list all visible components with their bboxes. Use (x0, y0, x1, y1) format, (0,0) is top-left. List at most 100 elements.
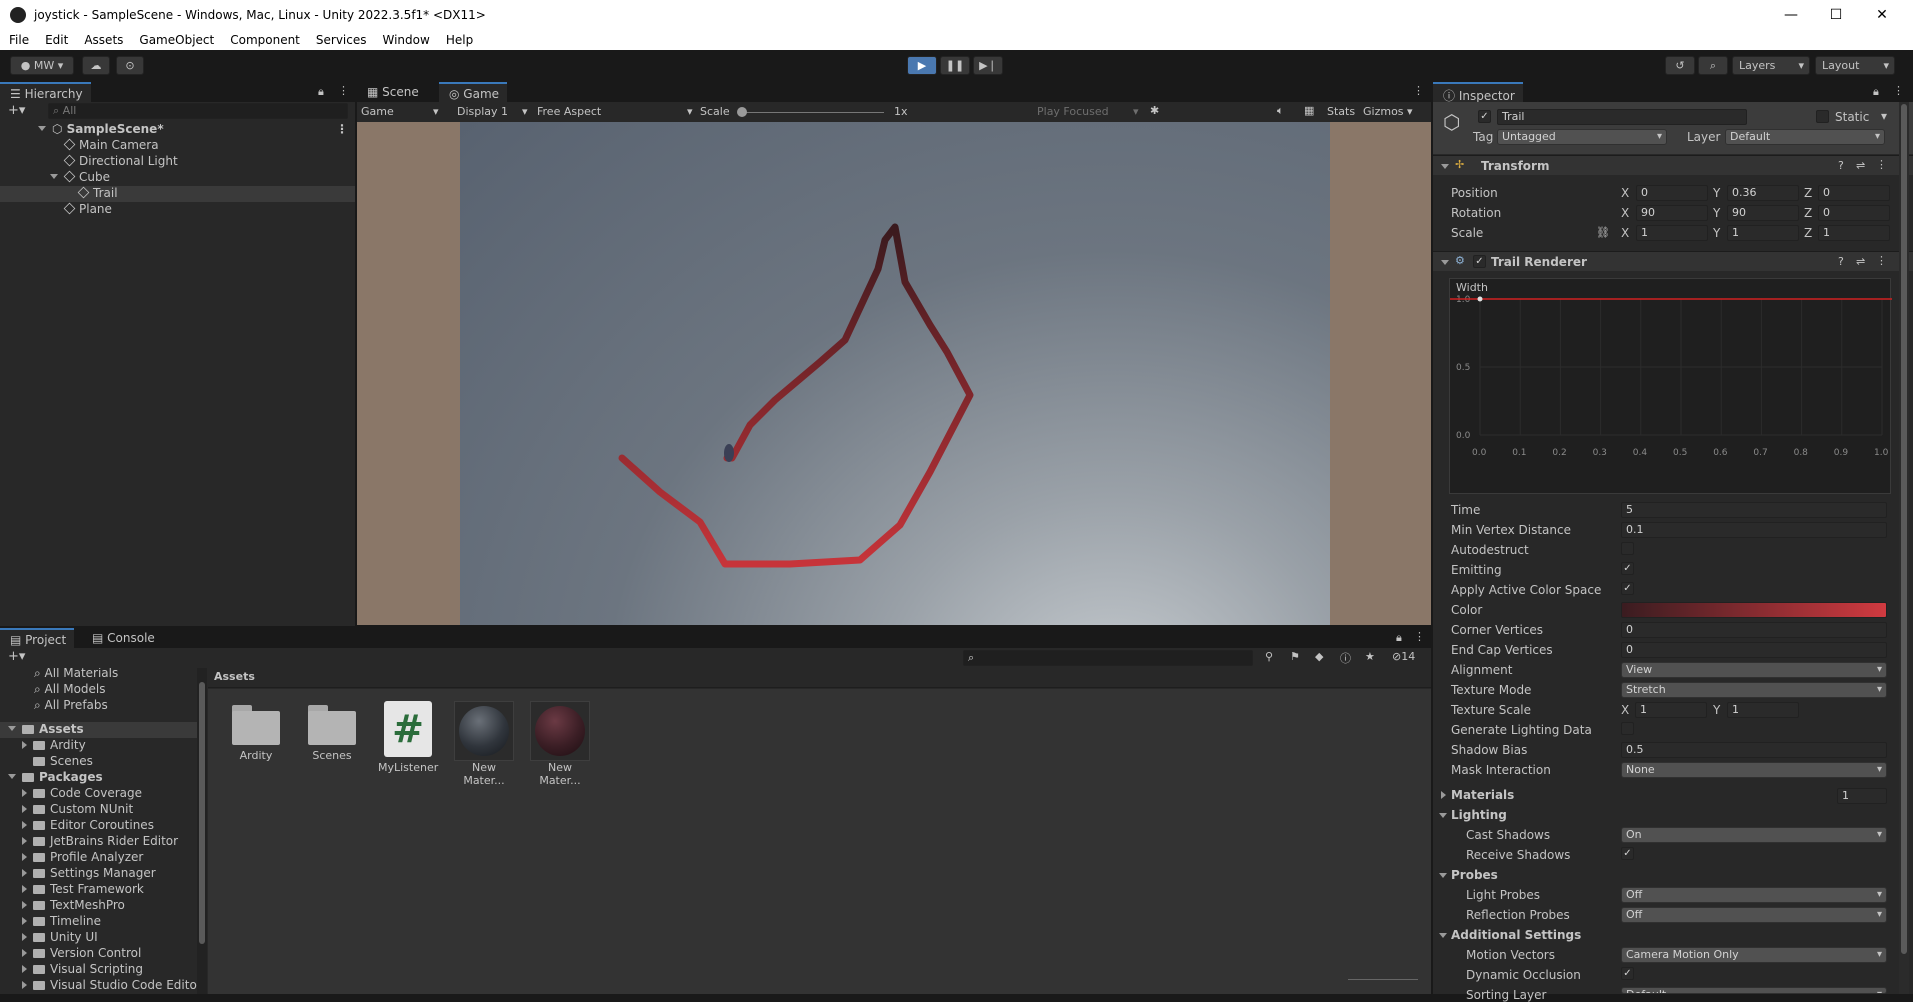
materials-row[interactable]: Materials 1 (1433, 787, 1903, 805)
more-icon[interactable]: ⋮ (1876, 254, 1887, 267)
maximize-icon[interactable]: ☐ (1816, 4, 1856, 26)
hierarchy-item-directional-light[interactable]: Directional Light (63, 154, 178, 170)
menu-assets[interactable]: Assets (75, 30, 130, 47)
static-checkbox[interactable] (1816, 110, 1829, 123)
prop-checkbox[interactable]: ✓ (1621, 562, 1634, 575)
preset-icon[interactable]: ⇌ (1856, 159, 1865, 172)
scale-slider-handle[interactable] (737, 107, 747, 117)
inspector-scrollbar[interactable] (1899, 102, 1909, 994)
hierarchy-item-samplescene[interactable]: ⬡ SampleScene* ⋮ (38, 122, 355, 138)
tree-item-package[interactable]: Custom NUnit (22, 802, 133, 818)
expand-icon[interactable] (22, 853, 27, 861)
prop-checkbox[interactable] (1621, 722, 1634, 735)
expand-icon[interactable] (22, 805, 27, 813)
account-button[interactable]: ● MW ▾ (10, 56, 74, 75)
tree-scrollbar[interactable] (197, 668, 207, 994)
expand-icon[interactable] (22, 869, 27, 877)
lock-icon[interactable]: 🔒︎ (318, 85, 324, 99)
curve-key[interactable] (1477, 296, 1483, 302)
tree-item-package[interactable]: Version Control (22, 946, 141, 962)
tab-scene[interactable]: ▦ Scene (357, 82, 427, 102)
expand-icon[interactable] (8, 774, 16, 779)
position-x-field[interactable]: 0 (1636, 185, 1708, 201)
cloud-icon[interactable]: ☁ (82, 56, 110, 75)
tab-console[interactable]: ▤ Console (82, 628, 163, 648)
help-icon[interactable]: ? (1838, 255, 1844, 268)
expand-icon[interactable] (22, 837, 27, 845)
favorite-all-models[interactable]: ⌕ All Models (34, 682, 106, 698)
tree-item-package[interactable]: Visual Scripting (22, 962, 143, 978)
favorite-all-prefabs[interactable]: ⌕ All Prefabs (34, 698, 108, 714)
prop-field[interactable]: 0 (1621, 642, 1887, 658)
transform-header[interactable]: ✢ Transform ? ⇌ ⋮ (1433, 155, 1913, 175)
menu-file[interactable]: File (0, 30, 36, 47)
more-icon[interactable]: ⋮ (1876, 158, 1887, 171)
tab-inspector[interactable]: ⓘ Inspector (1433, 82, 1523, 103)
play-focused-dropdown[interactable]: Play Focused ▾ (1037, 105, 1149, 118)
more-icon[interactable]: ⋮ (1413, 84, 1424, 97)
rotation-y-field[interactable]: 90 (1727, 205, 1799, 221)
layer-dropdown[interactable]: Default (1725, 129, 1885, 145)
play-button[interactable]: ▶ (907, 56, 937, 75)
menu-gameobject[interactable]: GameObject (130, 30, 221, 47)
trail-renderer-header[interactable]: ⚙ ✓ Trail Renderer ? ⇌ ⋮ (1433, 251, 1913, 271)
enabled-checkbox[interactable]: ✓ (1473, 255, 1486, 268)
light-probes-dropdown[interactable]: Off (1621, 887, 1887, 903)
audio-icon[interactable]: 🔈︎ (1277, 104, 1284, 118)
tree-item-packages[interactable]: Packages (8, 770, 103, 786)
more-icon[interactable]: ⋮ (336, 122, 348, 136)
asset-scenes[interactable]: Scenes (302, 701, 362, 762)
filter-tag-icon[interactable]: ◆ (1315, 650, 1323, 663)
favorite-icon[interactable]: ★ (1365, 650, 1375, 663)
expand-icon[interactable] (22, 789, 27, 797)
lock-icon[interactable]: 🔒︎ (1873, 85, 1879, 99)
tab-project[interactable]: ▤ Project (0, 628, 75, 648)
expand-icon[interactable] (1439, 873, 1447, 878)
menu-help[interactable]: Help (437, 30, 480, 47)
filter-label-icon[interactable]: ⚑ (1290, 650, 1300, 663)
expand-icon[interactable] (38, 126, 46, 131)
expand-icon[interactable] (8, 726, 16, 731)
static-dropdown-icon[interactable]: ▾ (1881, 109, 1887, 123)
more-icon[interactable]: ⋮ (338, 84, 349, 97)
project-search-input[interactable]: ⌕ (963, 650, 1253, 666)
menu-services[interactable]: Services (307, 30, 374, 47)
dynamic-occlusion-checkbox[interactable]: ✓ (1621, 967, 1634, 980)
expand-icon[interactable] (22, 821, 27, 829)
scale-x-field[interactable]: 1 (1636, 225, 1708, 241)
expand-icon[interactable] (22, 917, 27, 925)
lock-icon[interactable]: 🔒︎ (1396, 631, 1402, 645)
width-curve-editor[interactable]: Width 0.0 0.1 0.2 0.3 0.4 0.5 0.6 0.7 0.8 0.9 1.0 1… (1449, 278, 1892, 494)
hierarchy-item-cube[interactable]: Cube (50, 170, 110, 186)
expand-icon[interactable] (22, 901, 27, 909)
expand-icon[interactable] (22, 965, 27, 973)
tree-item-scenes[interactable]: Scenes (33, 754, 93, 770)
motion-vectors-dropdown[interactable]: Camera Motion Only (1621, 947, 1887, 963)
expand-icon[interactable] (1439, 933, 1447, 938)
prop-field[interactable]: 5 (1621, 502, 1887, 518)
active-checkbox[interactable]: ✓ (1478, 110, 1491, 123)
tree-item-package[interactable]: Visual Studio Code Editor (22, 978, 197, 994)
expand-icon[interactable] (22, 981, 27, 989)
prop-field[interactable]: 0.1 (1621, 522, 1887, 538)
gizmos-dropdown[interactable]: Gizmos ▾ (1363, 105, 1413, 118)
add-icon[interactable]: +▾ (8, 103, 25, 118)
filter-type-icon[interactable]: ⚲ (1265, 650, 1273, 663)
scale-slider[interactable] (740, 112, 884, 113)
hidden-packages-icon[interactable]: ⊘14 (1392, 650, 1415, 663)
breadcrumb-assets[interactable]: Assets (214, 670, 255, 683)
prop-dropdown[interactable]: None (1621, 762, 1887, 778)
asset-ardity[interactable]: Ardity (226, 701, 286, 762)
reflection-probes-dropdown[interactable]: Off (1621, 907, 1887, 923)
expand-icon[interactable] (22, 885, 27, 893)
sorting-layer-dropdown[interactable]: Default (1621, 987, 1887, 994)
receive-shadows-checkbox[interactable]: ✓ (1621, 847, 1634, 860)
scale-z-field[interactable]: 1 (1818, 225, 1890, 241)
menu-component[interactable]: Component (221, 30, 307, 47)
more-icon[interactable]: ⋮ (1414, 630, 1425, 643)
tree-item-package[interactable]: Code Coverage (22, 786, 142, 802)
asset-new-material-maroon[interactable]: New Mater... (530, 701, 590, 787)
prop-field[interactable]: 0 (1621, 622, 1887, 638)
expand-icon[interactable] (22, 933, 27, 941)
prop-checkbox[interactable]: ✓ (1621, 582, 1634, 595)
